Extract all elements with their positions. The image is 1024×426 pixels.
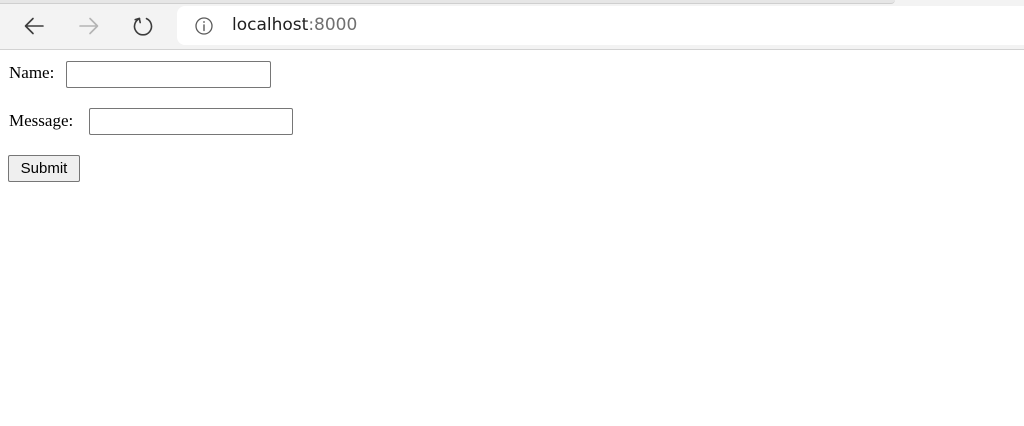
message-label: Message: [9, 111, 74, 130]
reload-button[interactable] [126, 9, 160, 43]
page-content: Name: Message: Submit [0, 51, 1024, 426]
forward-button[interactable] [72, 9, 106, 43]
tab-strip-edge [0, 0, 895, 4]
back-button[interactable] [17, 9, 51, 43]
browser-toolbar: localhost:8000 [0, 0, 1024, 50]
address-bar[interactable]: localhost:8000 [177, 6, 1024, 45]
submit-button[interactable]: Submit [8, 155, 80, 182]
name-input[interactable] [66, 61, 271, 88]
url-port: :8000 [308, 15, 358, 35]
arrow-right-icon [79, 17, 99, 35]
message-input[interactable] [89, 108, 293, 135]
name-label: Name: [9, 63, 55, 82]
arrow-left-icon [24, 17, 44, 35]
url-host: localhost [232, 15, 309, 35]
refresh-icon [133, 17, 153, 36]
info-circle-icon[interactable] [194, 16, 214, 36]
url-text[interactable]: localhost:8000 [232, 14, 357, 36]
